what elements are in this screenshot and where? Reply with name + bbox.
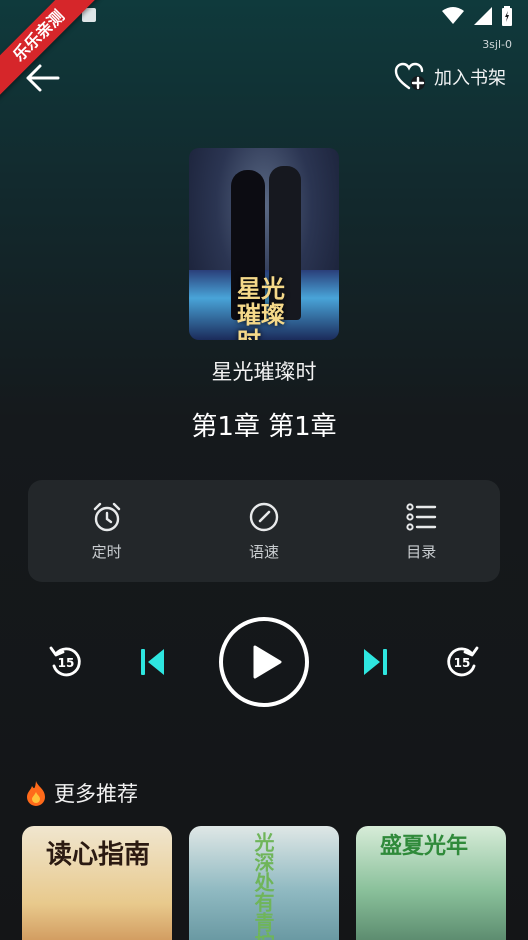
skip-previous-icon xyxy=(141,649,164,675)
skip-next-icon xyxy=(364,649,387,675)
forward-15-button[interactable]: 15 xyxy=(444,644,480,684)
wifi-icon xyxy=(442,7,464,24)
battery-icon xyxy=(502,6,512,26)
play-button[interactable] xyxy=(218,616,310,712)
rewind-icon: 15 xyxy=(49,646,81,677)
rewind-seconds: 15 xyxy=(58,656,75,670)
timer-button[interactable]: 定时 xyxy=(47,501,167,562)
previous-chapter-button[interactable] xyxy=(138,644,168,684)
options-panel: 定时 语速 目录 xyxy=(28,480,500,582)
forward-seconds: 15 xyxy=(454,656,471,670)
book-cover: 星光璀璨时 xyxy=(189,148,339,340)
catalog-button[interactable]: 目录 xyxy=(361,501,481,562)
add-to-shelf-button[interactable]: 加入书架 xyxy=(394,62,506,92)
rewind-15-button[interactable]: 15 xyxy=(48,644,84,684)
back-button[interactable] xyxy=(24,60,60,96)
chapter-title: 第1章 第1章 xyxy=(191,412,337,442)
recommendation-card-1[interactable]: 读心指南 xyxy=(22,826,172,940)
cover-title-art: 星光璀璨时 xyxy=(237,274,285,341)
recommendation-card-3[interactable]: 盛夏光年 xyxy=(356,826,506,940)
next-chapter-button[interactable] xyxy=(360,644,390,684)
add-to-shelf-label: 加入书架 xyxy=(434,68,506,89)
recommendation-card-2[interactable]: 光深处有青柠 xyxy=(189,826,339,940)
rec-cover-text-2: 光深处有青柠 xyxy=(251,832,275,940)
rec-cover-text-3: 盛夏光年 xyxy=(380,833,469,859)
list-icon xyxy=(406,502,437,531)
speed-label: 语速 xyxy=(248,542,279,561)
carrier-note: 3sjl-0 xyxy=(482,38,512,51)
play-icon xyxy=(219,617,309,707)
more-recommendations-label: 更多推荐 xyxy=(54,782,138,806)
speed-gauge-icon xyxy=(249,502,279,531)
alarm-clock-icon xyxy=(93,502,120,531)
player-controls: 15 15 xyxy=(0,616,528,708)
rec-cover-text-1: 读心指南 xyxy=(46,840,151,870)
catalog-label: 目录 xyxy=(406,542,437,561)
status-icons xyxy=(442,6,512,26)
fast-forward-icon: 15 xyxy=(447,646,479,677)
book-title: 星光璀璨时 xyxy=(211,360,317,384)
more-recommendations-heading: 更多推荐 xyxy=(24,778,138,808)
signal-icon xyxy=(474,7,492,25)
speed-button[interactable]: 语速 xyxy=(204,501,324,562)
timer-label: 定时 xyxy=(91,542,122,561)
back-arrow-icon xyxy=(26,64,60,92)
fire-icon xyxy=(27,781,45,806)
heart-plus-icon xyxy=(394,62,425,90)
